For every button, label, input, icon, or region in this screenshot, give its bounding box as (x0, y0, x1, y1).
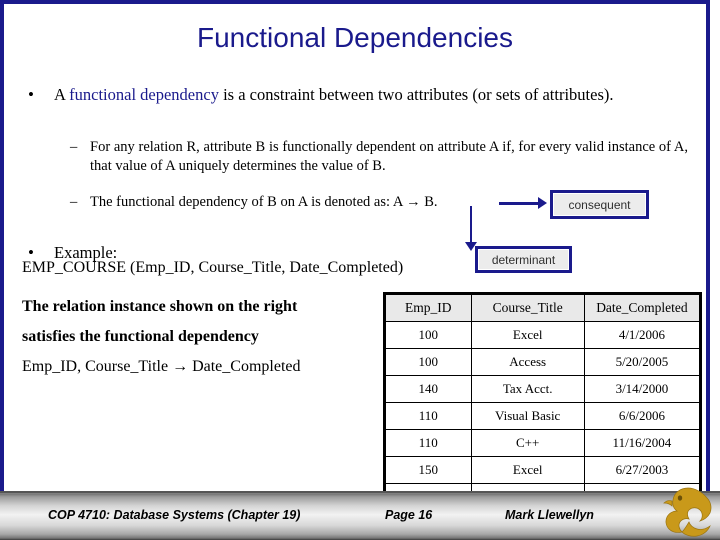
callout-determinant: determinant (475, 246, 572, 273)
callout-consequent: consequent (550, 190, 649, 219)
subbullet-marker: – (70, 194, 78, 210)
subbullet-text: For any relation R, attribute B is funct… (90, 139, 688, 174)
explanation-line-1: The relation instance shown on the right (22, 298, 298, 315)
table-cell-emp-id: 140 (385, 375, 472, 403)
table-cell-date-completed: 6/6/2006 (583, 402, 701, 430)
slide-frame-top (0, 0, 710, 4)
table-cell-date-completed: 5/20/2005 (583, 348, 701, 376)
table-cell-course-title: Access (470, 348, 585, 376)
table-cell-date-completed: 4/1/2006 (583, 321, 701, 349)
subbullet-item-notation: – The functional dependency of B on A is… (70, 193, 510, 212)
relation-instance-table: Emp_ID Course_Title Date_Completed 100 E… (385, 294, 701, 511)
subbullet-item-definition-detail: – For any relation R, attribute B is fun… (70, 138, 688, 176)
bullet-item-definition: • A functional dependency is a constrain… (28, 84, 684, 105)
arrow-to-consequent-head (538, 197, 547, 209)
slide-frame-right (706, 0, 710, 491)
table-cell-course-title: C++ (470, 429, 585, 457)
table-cell-course-title: Visual Basic (470, 402, 585, 430)
bullet-text-post: is a constraint between two attributes (… (218, 85, 614, 104)
table-header-cell: Emp_ID (385, 294, 472, 322)
callout-determinant-label: determinant (478, 249, 569, 270)
table-row: 110 Visual Basic 6/6/2006 (385, 402, 701, 430)
functional-dependency-expression: Emp_ID, Course_Title → Date_Completed (22, 358, 301, 375)
bullet-marker: • (28, 85, 34, 104)
table-header-cell: Course_Title (470, 294, 585, 322)
footer-page-number: Page 16 (385, 508, 433, 522)
table-cell-date-completed: 3/14/2000 (583, 375, 701, 403)
table-row: 100 Access 5/20/2005 (385, 348, 701, 376)
arrow-to-determinant-shaft (470, 206, 472, 244)
relation-instance-table-frame: Emp_ID Course_Title Date_Completed 100 E… (383, 292, 702, 513)
footer-course-label: COP 4710: Database Systems (Chapter 19) (48, 508, 301, 522)
table-row: 100 Excel 4/1/2006 (385, 321, 701, 349)
table-cell-emp-id: 100 (385, 321, 472, 349)
table-cell-emp-id: 100 (385, 348, 472, 376)
table-row: 150 Excel 6/27/2003 (385, 456, 701, 484)
subbullet-text: The functional dependency of B on A is d… (90, 194, 438, 210)
table-cell-course-title: Excel (470, 456, 585, 484)
bullet-text-pre: A (54, 85, 70, 104)
footer-author: Mark Llewellyn (505, 508, 594, 522)
table-header-cell: Date_Completed (583, 294, 701, 322)
ucf-pegasus-logo (663, 487, 712, 537)
arrow-to-consequent-shaft (499, 202, 539, 205)
table-header-row: Emp_ID Course_Title Date_Completed (385, 294, 701, 322)
bullet-text-emphasis: functional dependency (69, 85, 219, 104)
table-cell-course-title: Excel (470, 321, 585, 349)
table-cell-date-completed: 6/27/2003 (583, 456, 701, 484)
page-title: Functional Dependencies (197, 22, 513, 53)
table-row: 110 C++ 11/16/2004 (385, 429, 701, 457)
explanation-line-2: satisfies the functional dependency (22, 328, 259, 345)
callout-consequent-label: consequent (553, 193, 646, 216)
table-cell-emp-id: 150 (385, 456, 472, 484)
slide-canvas: Functional Dependencies • A functional d… (0, 0, 720, 540)
slide-frame-left (0, 0, 4, 491)
subbullet-marker: – (70, 139, 78, 155)
table-cell-date-completed: 11/16/2004 (583, 429, 701, 457)
table-cell-emp-id: 110 (385, 402, 472, 430)
footer-top-rule (0, 491, 720, 493)
table-row: 140 Tax Acct. 3/14/2000 (385, 375, 701, 403)
table-cell-emp-id: 110 (385, 429, 472, 457)
relation-schema-text: EMP_COURSE (Emp_ID, Course_Title, Date_C… (22, 259, 404, 276)
table-cell-course-title: Tax Acct. (470, 375, 585, 403)
